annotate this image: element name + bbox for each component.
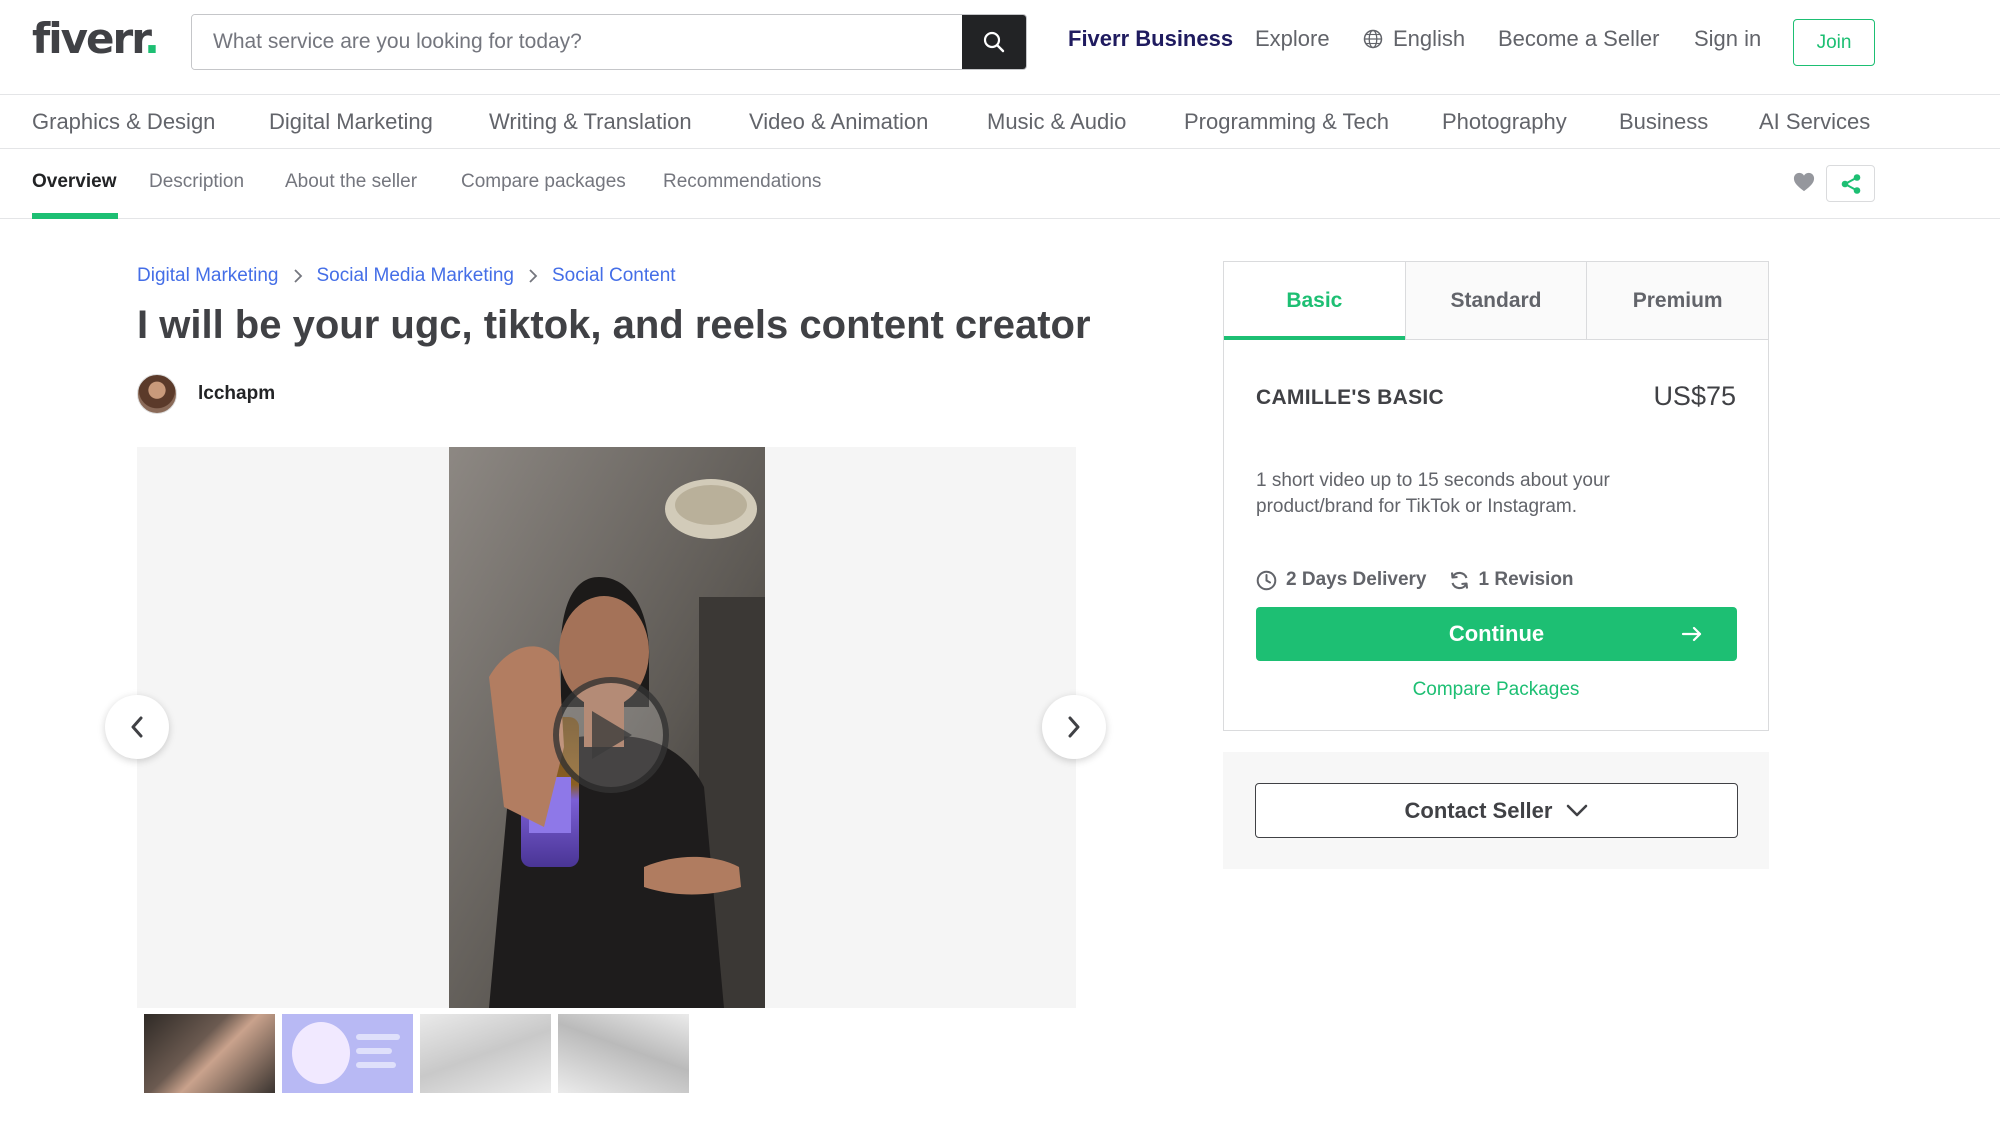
- thumbnail-decoration: [356, 1062, 396, 1068]
- clock-icon: [1256, 570, 1277, 590]
- category-digital-marketing[interactable]: Digital Marketing: [269, 109, 433, 135]
- play-icon: [592, 711, 632, 759]
- tab-description[interactable]: Description: [149, 171, 244, 193]
- gallery-next-button[interactable]: [1042, 695, 1106, 759]
- tab-recommendations[interactable]: Recommendations: [663, 171, 821, 193]
- gallery-video[interactable]: [449, 447, 765, 1008]
- package-tab-premium[interactable]: Premium: [1586, 262, 1769, 339]
- share-icon: [1841, 173, 1860, 194]
- explore-link[interactable]: Explore: [1255, 26, 1330, 52]
- top-header: fiverr. Fiverr Business Explore English …: [0, 0, 2000, 95]
- gig-title: I will be your ugc, tiktok, and reels co…: [137, 303, 1091, 347]
- package-meta: 2 Days Delivery 1 Revision: [1256, 569, 1574, 591]
- play-button[interactable]: [553, 677, 669, 793]
- chevron-down-icon: [1567, 804, 1588, 816]
- join-button[interactable]: Join: [1793, 19, 1875, 66]
- category-video-animation[interactable]: Video & Animation: [749, 109, 928, 135]
- thumbnail-3[interactable]: [420, 1014, 551, 1093]
- package-card: Basic Standard Premium CAMILLE'S BASIC U…: [1223, 261, 1769, 731]
- gallery-prev-button[interactable]: [105, 695, 169, 759]
- logo-text: fiverr: [32, 14, 146, 63]
- language-selector[interactable]: English: [1363, 26, 1465, 52]
- delivery-time: 2 Days Delivery: [1256, 569, 1427, 591]
- seller-avatar[interactable]: [137, 374, 177, 414]
- language-label: English: [1393, 26, 1466, 51]
- contact-seller-button[interactable]: Contact Seller: [1255, 783, 1738, 838]
- refresh-icon: [1450, 571, 1468, 589]
- gallery-thumbnails: [144, 1014, 689, 1093]
- compare-packages-link[interactable]: Compare Packages: [1224, 679, 1768, 701]
- chevron-right-icon: [293, 269, 303, 283]
- package-name: CAMILLE'S BASIC: [1256, 386, 1444, 409]
- delivery-label: 2 Days Delivery: [1286, 569, 1427, 590]
- category-writing-translation[interactable]: Writing & Translation: [489, 109, 692, 135]
- search-bar: [191, 14, 1027, 70]
- category-music-audio[interactable]: Music & Audio: [987, 109, 1126, 135]
- package-description: 1 short video up to 15 seconds about you…: [1256, 470, 1610, 517]
- category-menu: Graphics & Design Digital Marketing Writ…: [0, 95, 2000, 149]
- tab-compare-packages[interactable]: Compare packages: [461, 171, 626, 193]
- search-input[interactable]: [192, 15, 963, 69]
- package-tab-standard[interactable]: Standard: [1404, 262, 1587, 339]
- continue-label: Continue: [1448, 621, 1545, 646]
- revisions-label: 1 Revision: [1478, 569, 1574, 590]
- breadcrumb: Digital Marketing Social Media Marketing…: [137, 265, 676, 287]
- contact-seller-label: Contact Seller: [1404, 797, 1553, 823]
- package-tab-basic[interactable]: Basic: [1224, 262, 1405, 340]
- thumbnail-decoration: [356, 1048, 392, 1054]
- logo-dot: .: [143, 14, 160, 63]
- fiverr-logo[interactable]: fiverr.: [32, 14, 160, 63]
- chevron-right-icon: [1068, 716, 1080, 738]
- category-graphics-design[interactable]: Graphics & Design: [32, 109, 215, 135]
- package-price: US$75: [1653, 381, 1736, 411]
- category-programming-tech[interactable]: Programming & Tech: [1184, 109, 1389, 135]
- search-button[interactable]: [962, 15, 1026, 69]
- category-photography[interactable]: Photography: [1442, 109, 1567, 135]
- thumbnail-4[interactable]: [558, 1014, 689, 1093]
- breadcrumb-digital-marketing[interactable]: Digital Marketing: [137, 265, 279, 287]
- package-tabs: Basic Standard Premium: [1224, 262, 1769, 340]
- thumbnail-2[interactable]: [282, 1014, 413, 1093]
- chevron-left-icon: [131, 716, 143, 738]
- become-seller-link[interactable]: Become a Seller: [1498, 26, 1659, 52]
- sign-in-link[interactable]: Sign in: [1694, 26, 1761, 52]
- search-icon: [983, 31, 1005, 53]
- category-business[interactable]: Business: [1619, 109, 1708, 135]
- breadcrumb-social-media-marketing[interactable]: Social Media Marketing: [317, 265, 514, 287]
- arrow-right-icon: [1681, 626, 1702, 642]
- active-tab-indicator: [32, 213, 118, 219]
- gig-gallery: [137, 447, 1076, 1008]
- thumbnail-decoration: [356, 1034, 400, 1040]
- share-button[interactable]: [1826, 165, 1875, 202]
- contact-seller-panel: Contact Seller: [1223, 752, 1769, 869]
- continue-button[interactable]: Continue: [1256, 607, 1737, 661]
- thumbnail-1[interactable]: [144, 1014, 275, 1093]
- globe-icon: [1363, 29, 1383, 49]
- heart-icon[interactable]: [1793, 171, 1815, 193]
- fiverr-business-link[interactable]: Fiverr Business: [1068, 26, 1233, 52]
- tab-about-seller[interactable]: About the seller: [285, 171, 417, 193]
- seller-name[interactable]: lcchapm: [198, 383, 275, 405]
- revisions: 1 Revision: [1449, 569, 1574, 591]
- chevron-right-icon: [528, 269, 538, 283]
- tab-overview[interactable]: Overview: [32, 171, 117, 193]
- breadcrumb-social-content[interactable]: Social Content: [552, 265, 676, 287]
- section-tabs: Overview Description About the seller Co…: [0, 149, 2000, 219]
- thumbnail-portrait: [292, 1022, 350, 1084]
- category-ai-services[interactable]: AI Services: [1759, 109, 1870, 135]
